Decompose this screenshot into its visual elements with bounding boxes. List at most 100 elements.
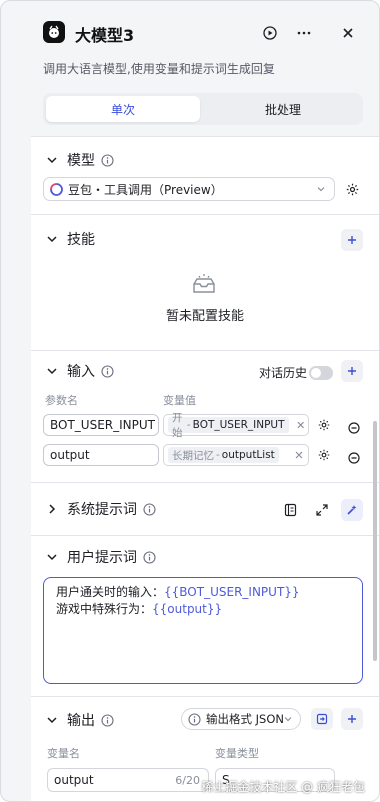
user-prompt-section: 用户提示词 用户通关时的输入：{{BOT_USER_INPUT}} 游戏中特殊行… <box>31 535 379 696</box>
user-prompt-title: 用户提示词 <box>67 550 137 566</box>
param-name-input[interactable]: output <box>43 444 159 466</box>
info-icon[interactable] <box>101 153 114 167</box>
output-format-select[interactable]: 输出格式 JSON <box>181 708 301 730</box>
info-icon <box>188 712 201 726</box>
info-icon[interactable] <box>101 364 114 378</box>
chevron-down-icon[interactable] <box>45 364 59 378</box>
chevron-down-icon <box>284 717 292 722</box>
var-ref-tag: 开始 - BOT_USER_INPUT <box>168 412 289 439</box>
node-description: 调用大语言模型,使用变量和提示词生成回复 <box>43 62 275 76</box>
tab-batch[interactable]: 批处理 <box>206 96 360 122</box>
var-ref-source: 长期记忆 <box>172 449 214 462</box>
var-ref-source: 开始 <box>172 412 183 439</box>
model-section-title: 模型 <box>67 153 95 169</box>
var-settings-icon[interactable] <box>313 444 335 466</box>
empty-box-icon <box>193 274 215 293</box>
expand-icon[interactable] <box>311 499 333 521</box>
input-section: 输入 对话历史 参数名 变量值 BOT_USER_INPUT 开始 - BOT_… <box>31 350 379 482</box>
prompt-text: 用户通关时的输入： <box>56 585 165 599</box>
chevron-down-icon[interactable] <box>45 550 59 564</box>
add-input-button[interactable] <box>341 360 363 382</box>
info-icon[interactable] <box>101 713 114 727</box>
add-output-button[interactable] <box>341 708 363 730</box>
remove-row-icon[interactable] <box>343 417 365 439</box>
var-ref-tag: 长期记忆 - outputList <box>168 447 279 463</box>
chevron-down-icon[interactable] <box>45 713 59 727</box>
mode-tabs: 单次 批处理 <box>43 93 363 125</box>
plus-icon <box>348 715 356 723</box>
input-section-title: 输入 <box>67 364 95 380</box>
node-header: 大模型3 <box>43 21 373 45</box>
model-select[interactable]: 豆包・工具调用（Preview） <box>43 177 335 201</box>
var-value-ref[interactable]: 开始 - BOT_USER_INPUT <box>163 412 309 439</box>
var-ref-value: BOT_USER_INPUT <box>192 419 285 431</box>
doubao-logo-icon <box>43 21 65 43</box>
prompt-variable: {{BOT_USER_INPUT}} <box>164 585 300 599</box>
var-settings-icon[interactable] <box>313 414 335 436</box>
ai-optimize-button[interactable] <box>341 499 363 521</box>
var-value-ref[interactable]: 长期记忆 - outputList <box>163 444 309 466</box>
param-name-header: 参数名 <box>45 394 78 407</box>
user-prompt-header[interactable]: 用户提示词 <box>45 547 156 567</box>
remove-ref-icon[interactable] <box>295 451 303 459</box>
input-section-header[interactable]: 输入 <box>45 361 114 381</box>
system-prompt-header[interactable]: 系统提示词 <box>45 499 156 519</box>
model-settings-icon[interactable] <box>341 178 363 200</box>
prompt-text: 游戏中特殊行为： <box>56 602 153 616</box>
plus-icon <box>348 236 356 244</box>
system-prompt-title: 系统提示词 <box>67 502 137 518</box>
close-icon[interactable] <box>337 22 359 44</box>
var-ref-sep: - <box>186 419 191 431</box>
var-ref-sep: - <box>216 449 220 461</box>
add-skill-button[interactable] <box>341 229 363 251</box>
model-select-value: 豆包・工具调用（Preview） <box>68 182 223 197</box>
skills-section-title: 技能 <box>67 232 95 248</box>
watermark-text: 稀土掘金技术社区 @ 疯狂老包 <box>201 780 365 794</box>
output-type-header: 变量类型 <box>215 747 259 760</box>
scrollbar[interactable] <box>373 421 377 661</box>
chevron-down-icon <box>317 187 325 192</box>
output-section-title: 输出 <box>67 713 95 729</box>
run-icon[interactable] <box>259 22 281 44</box>
more-icon[interactable] <box>293 22 315 44</box>
output-name-header: 变量名 <box>47 747 80 760</box>
var-value-header: 变量值 <box>163 394 196 407</box>
prompt-line: 用户通关时的输入：{{BOT_USER_INPUT}} <box>56 584 350 601</box>
skills-section-header[interactable]: 技能 <box>45 229 95 249</box>
info-icon[interactable] <box>143 502 156 516</box>
output-name-input[interactable]: output 6/20 <box>47 768 209 792</box>
chevron-down-icon[interactable] <box>45 232 59 246</box>
system-prompt-section: 系统提示词 <box>31 482 379 535</box>
tab-single[interactable]: 单次 <box>46 96 200 122</box>
remove-ref-icon[interactable] <box>297 421 304 429</box>
output-name-value: output <box>54 773 94 787</box>
user-prompt-textarea[interactable]: 用户通关时的输入：{{BOT_USER_INPUT}} 游戏中特殊行为：{{ou… <box>43 577 363 684</box>
import-output-button[interactable] <box>311 708 333 730</box>
doubao-model-icon <box>50 182 63 196</box>
var-ref-value: outputList <box>221 449 275 461</box>
chevron-right-icon[interactable] <box>45 502 59 516</box>
output-format-value: 输出格式 JSON <box>206 712 285 726</box>
plus-icon <box>348 367 356 375</box>
sparkle-wand-icon <box>347 505 357 515</box>
remove-row-icon[interactable] <box>343 447 365 469</box>
skills-section: 技能 暂未配置技能 <box>31 214 379 350</box>
import-icon <box>316 713 328 725</box>
prompt-variable: {{output}} <box>152 602 223 616</box>
chat-history-label: 对话历史 <box>259 366 308 380</box>
char-count: 6/20 <box>175 773 200 787</box>
output-section-header[interactable]: 输出 <box>45 710 114 730</box>
model-section: 模型 豆包・工具调用（Preview） <box>31 136 379 214</box>
skills-empty-text: 暂未配置技能 <box>165 309 244 324</box>
prompt-line: 游戏中特殊行为：{{output}} <box>56 601 350 618</box>
output-section: 输出 输出格式 JSON 变量名 变量类型 output 6/20 S 稀土掘金… <box>31 696 379 801</box>
llm-node-panel: 大模型3 调用大语言模型,使用变量和提示词生成回复 单次 批处理 模型 豆包・工… <box>0 0 380 802</box>
node-title[interactable]: 大模型3 <box>75 22 134 46</box>
prompt-library-icon[interactable] <box>279 499 301 521</box>
watermark: 稀土掘金技术社区 @ 疯狂老包 <box>201 778 365 795</box>
chat-history-toggle[interactable] <box>309 366 333 380</box>
param-name-input[interactable]: BOT_USER_INPUT <box>43 414 159 436</box>
chevron-down-icon[interactable] <box>45 153 59 167</box>
info-icon[interactable] <box>143 550 156 564</box>
model-section-header[interactable]: 模型 <box>45 150 114 170</box>
